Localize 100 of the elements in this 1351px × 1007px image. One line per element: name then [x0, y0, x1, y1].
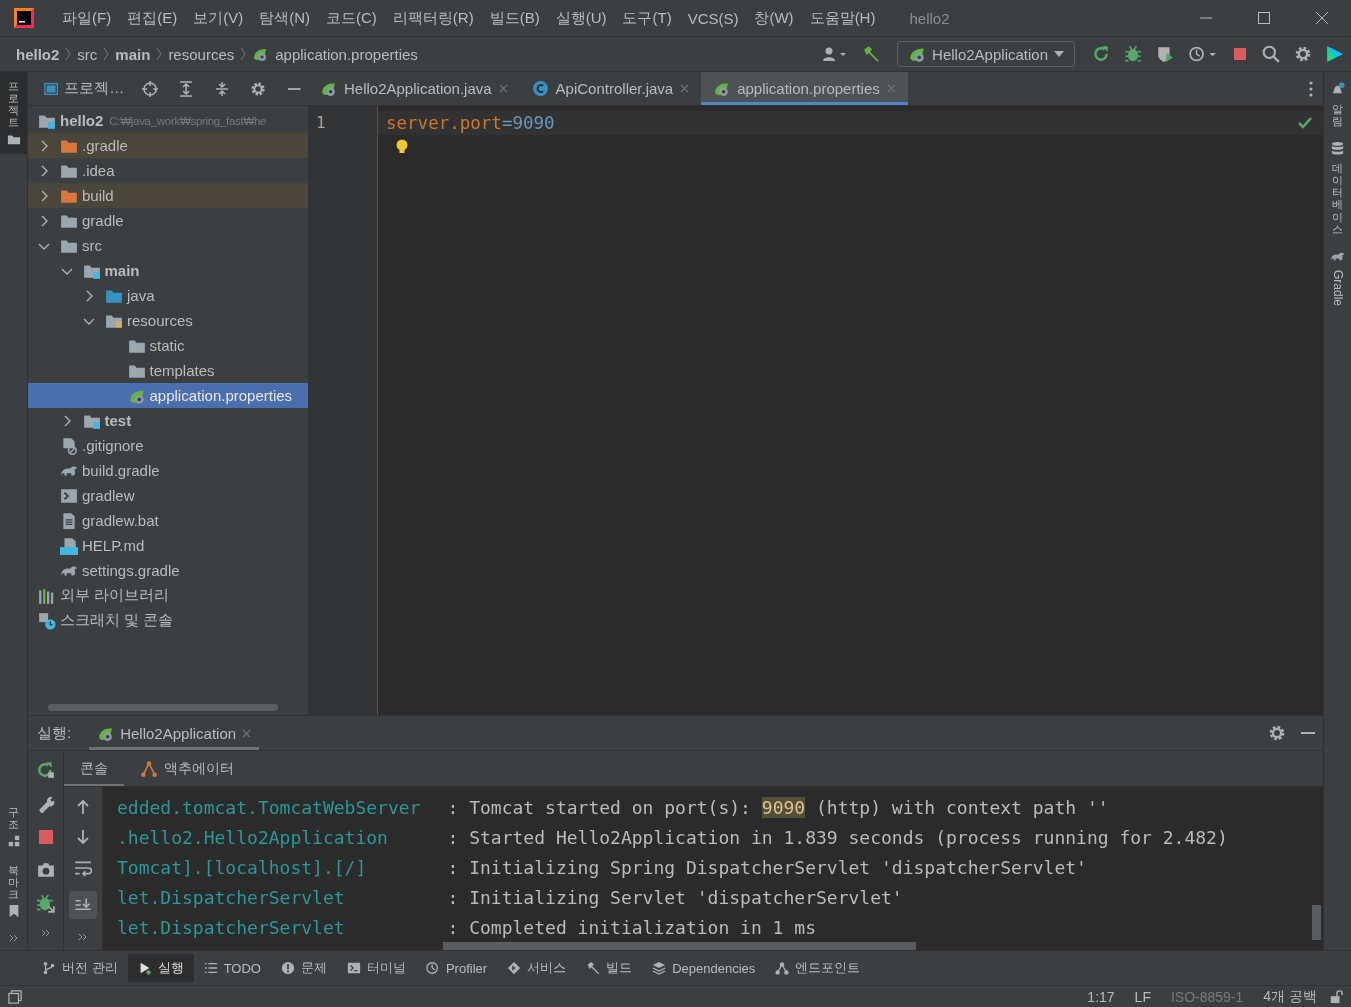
tree-item[interactable]: build.gradle [28, 458, 308, 483]
toolbox-logo-icon[interactable] [1326, 45, 1344, 63]
breadcrumb[interactable]: hello2 [16, 45, 60, 63]
tool-window-tab[interactable]: 북마크 [0, 855, 27, 926]
search-icon[interactable] [1262, 45, 1280, 63]
tree-item[interactable]: application.properties [28, 383, 308, 408]
tool-window-button[interactable]: Dependencies [642, 954, 766, 982]
tree-item[interactable]: templates [28, 358, 308, 383]
menu-item[interactable]: 탐색(N) [251, 8, 318, 28]
rerun-icon[interactable] [1092, 45, 1110, 63]
menu-item[interactable]: 보기(V) [185, 8, 252, 28]
status-item[interactable]: 4개 공백 [1255, 987, 1325, 1006]
more-icon[interactable] [40, 929, 51, 937]
more-options-icon[interactable] [1309, 80, 1313, 97]
menu-item[interactable]: 리팩터링(R) [384, 8, 482, 28]
tree-item[interactable]: build [28, 183, 308, 208]
lightbulb-icon[interactable] [396, 139, 408, 155]
tree-item[interactable]: gradle [28, 208, 308, 233]
more-icon[interactable] [8, 934, 19, 942]
tool-window-tab[interactable]: 데이터베이스 [1330, 141, 1345, 235]
tool-window-button[interactable]: 엔드포인트 [765, 954, 871, 982]
tree-item[interactable]: gradlew [28, 483, 308, 508]
maximize-icon[interactable] [1257, 11, 1271, 25]
bug-icon[interactable] [36, 895, 55, 913]
run-tab[interactable]: Hello2Application [89, 716, 260, 750]
tree-item[interactable]: 외부 라이브러리 [28, 583, 308, 608]
tool-window-button[interactable]: 터미널 [336, 954, 416, 982]
menu-item[interactable]: 창(W) [746, 8, 802, 28]
tree-item[interactable]: java [28, 283, 308, 308]
hammer-icon[interactable] [862, 45, 881, 63]
arrow-up-icon[interactable] [75, 799, 91, 815]
settings-icon[interactable] [1268, 724, 1286, 742]
menu-item[interactable]: 파일(F) [54, 8, 120, 28]
wrap-icon[interactable] [74, 859, 92, 877]
editor-tab[interactable]: Hello2Application.java [308, 72, 520, 105]
user-icon[interactable] [822, 46, 849, 62]
shield-icon[interactable] [1156, 45, 1174, 63]
tree-item[interactable]: test [28, 408, 308, 433]
bug-icon[interactable] [1124, 45, 1142, 63]
settings-icon[interactable] [1294, 45, 1312, 63]
tool-window-tab[interactable]: Gradle [1330, 248, 1345, 306]
console-tab[interactable]: 액추에이터 [124, 751, 250, 786]
tree-item[interactable]: static [28, 333, 308, 358]
tool-window-button[interactable]: 실행 [127, 954, 194, 982]
tree-item[interactable]: .gradle [28, 133, 308, 158]
tool-window-button[interactable]: TODO [193, 954, 271, 982]
tool-window-button[interactable]: 문제 [270, 954, 337, 982]
run-config-dropdown[interactable]: Hello2Application [897, 41, 1075, 67]
status-item[interactable]: 1:17 [1079, 988, 1123, 1005]
camera-icon[interactable] [36, 861, 55, 879]
breadcrumb[interactable]: src [77, 45, 98, 63]
editor-tab[interactable]: ApiController.java [519, 72, 702, 105]
tool-window-tab[interactable]: 구조 [0, 797, 27, 856]
tree-item[interactable]: .idea [28, 158, 308, 183]
menu-item[interactable]: 편집(E) [119, 8, 186, 28]
locate-icon[interactable] [142, 79, 159, 98]
wrench-icon[interactable] [36, 795, 55, 813]
breadcrumb[interactable]: application.properties [252, 45, 418, 63]
lock-icon[interactable] [1329, 989, 1343, 1004]
expand-all-icon[interactable] [178, 79, 195, 98]
menu-item[interactable]: 실행(U) [547, 8, 615, 28]
scrollbar[interactable] [443, 942, 916, 950]
tool-window-button[interactable]: 버전 관리 [32, 954, 128, 982]
breadcrumb[interactable]: resources [168, 45, 235, 63]
rerun-icon[interactable] [36, 761, 55, 779]
scroll-to-end-icon[interactable] [69, 891, 97, 919]
tree-item[interactable]: 스크래치 및 콘솔 [28, 608, 308, 633]
menu-item[interactable]: 도구(T) [614, 8, 680, 28]
tool-window-button[interactable]: 서비스 [497, 954, 577, 982]
close-icon[interactable] [1315, 11, 1329, 25]
editor-tab[interactable]: application.properties [701, 72, 908, 105]
collapse-all-icon[interactable] [214, 79, 231, 98]
scrollbar[interactable] [48, 704, 278, 711]
tree-item[interactable]: gradlew.bat [28, 508, 308, 533]
profiler-icon[interactable] [1188, 45, 1218, 63]
arrow-down-icon[interactable] [75, 829, 91, 845]
tool-window-tab[interactable]: 알림 [1330, 82, 1345, 128]
panels-icon[interactable] [8, 989, 22, 1004]
console-tab[interactable]: 콘솔 [64, 751, 124, 786]
tree-item[interactable]: settings.gradle [28, 558, 308, 583]
tree-item[interactable]: main [28, 258, 308, 283]
menu-item[interactable]: 코드(C) [318, 8, 385, 28]
tool-window-button[interactable]: Profiler [415, 954, 498, 982]
tree-item[interactable]: HELP.md [28, 533, 308, 558]
tree-item[interactable]: hello2 C:₩java_work₩spring_fast₩he [28, 108, 308, 133]
tree-item[interactable]: .gitignore [28, 433, 308, 458]
menu-item[interactable]: 빌드(B) [481, 8, 548, 28]
tool-window-tab[interactable]: 프로젝트 [0, 72, 27, 155]
tree-item[interactable]: resources [28, 308, 308, 333]
tree-item[interactable]: src [28, 233, 308, 258]
status-item[interactable]: LF [1126, 988, 1159, 1005]
menu-item[interactable]: 도움말(H) [801, 8, 884, 28]
menu-item[interactable]: VCS(S) [679, 9, 747, 27]
stop-icon[interactable] [37, 829, 54, 845]
panel-title[interactable]: 프로젝… [64, 79, 129, 98]
scrollbar[interactable] [1312, 905, 1321, 940]
tool-window-button[interactable]: 빌드 [576, 954, 643, 982]
more-icon[interactable] [78, 933, 88, 941]
breadcrumb[interactable]: main [115, 45, 151, 63]
stop-icon[interactable] [1232, 46, 1248, 62]
